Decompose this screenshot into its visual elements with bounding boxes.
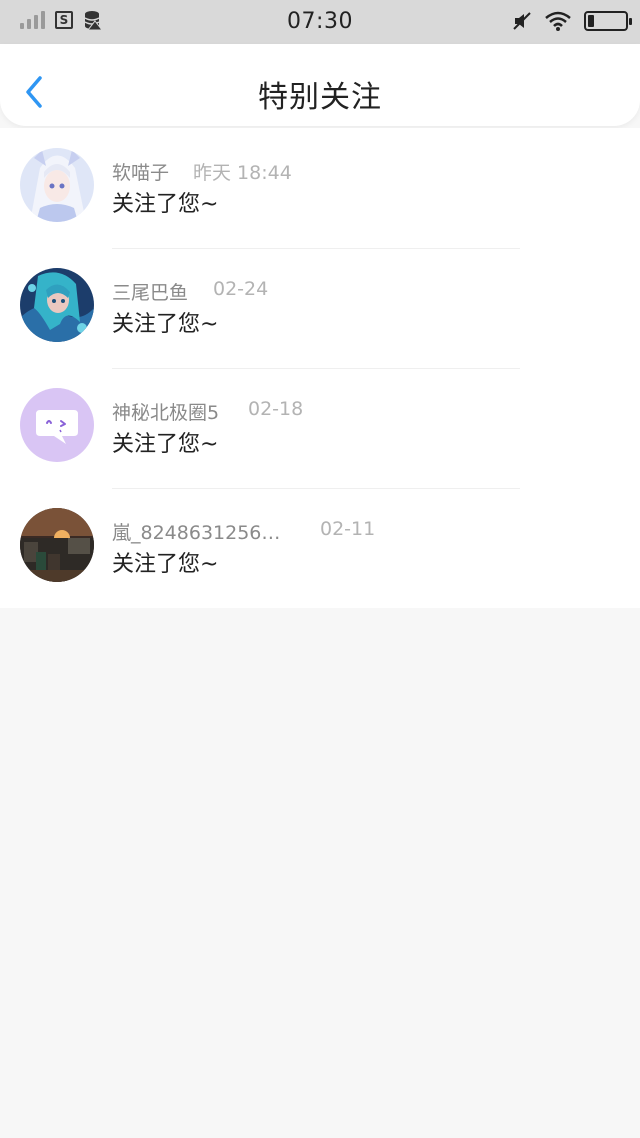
item-time: 02-18 bbox=[248, 398, 304, 420]
avatar[interactable] bbox=[20, 148, 94, 222]
list-item[interactable]: 神秘北极圈5 02-18 关注了您~ bbox=[0, 368, 640, 488]
avatar[interactable] bbox=[20, 508, 94, 582]
item-meta: 软喵子 昨天 18:44 bbox=[112, 158, 552, 184]
special-follow-list: 软喵子 昨天 18:44 关注了您~ 三尾巴鱼 02-24 关注了您~ 神秘北极… bbox=[0, 128, 640, 608]
wifi-icon bbox=[545, 11, 571, 31]
item-meta: 神秘北极圈5 02-18 bbox=[112, 398, 552, 424]
item-message: 关注了您~ bbox=[112, 312, 219, 337]
user-name: 神秘北极圈5 bbox=[112, 402, 220, 424]
mute-icon bbox=[513, 12, 531, 30]
item-time: 02-11 bbox=[320, 518, 376, 540]
user-name: 三尾巴鱼 bbox=[112, 282, 189, 304]
user-name: 嵐_8248631256… bbox=[112, 522, 281, 544]
status-bar: S 07:30 bbox=[0, 0, 640, 44]
item-meta: 三尾巴鱼 02-24 bbox=[112, 278, 552, 304]
avatar[interactable] bbox=[20, 268, 94, 342]
item-message: 关注了您~ bbox=[112, 192, 219, 217]
status-right bbox=[512, 10, 632, 32]
list-item[interactable]: 三尾巴鱼 02-24 关注了您~ bbox=[0, 248, 640, 368]
item-meta: 嵐_8248631256… 02-11 bbox=[112, 518, 552, 544]
item-time: 02-24 bbox=[213, 278, 269, 300]
item-time: 昨天 18:44 bbox=[193, 162, 292, 184]
page-title: 特别关注 bbox=[258, 80, 382, 115]
avatar[interactable] bbox=[20, 388, 94, 462]
list-item[interactable]: 嵐_8248631256… 02-11 关注了您~ bbox=[0, 488, 640, 608]
battery-icon bbox=[584, 11, 632, 31]
nav-header: 特别关注 bbox=[0, 44, 640, 126]
item-message: 关注了您~ bbox=[112, 432, 219, 457]
user-name: 软喵子 bbox=[112, 162, 170, 184]
item-message: 关注了您~ bbox=[112, 552, 219, 577]
list-item[interactable]: 软喵子 昨天 18:44 关注了您~ bbox=[0, 128, 640, 248]
